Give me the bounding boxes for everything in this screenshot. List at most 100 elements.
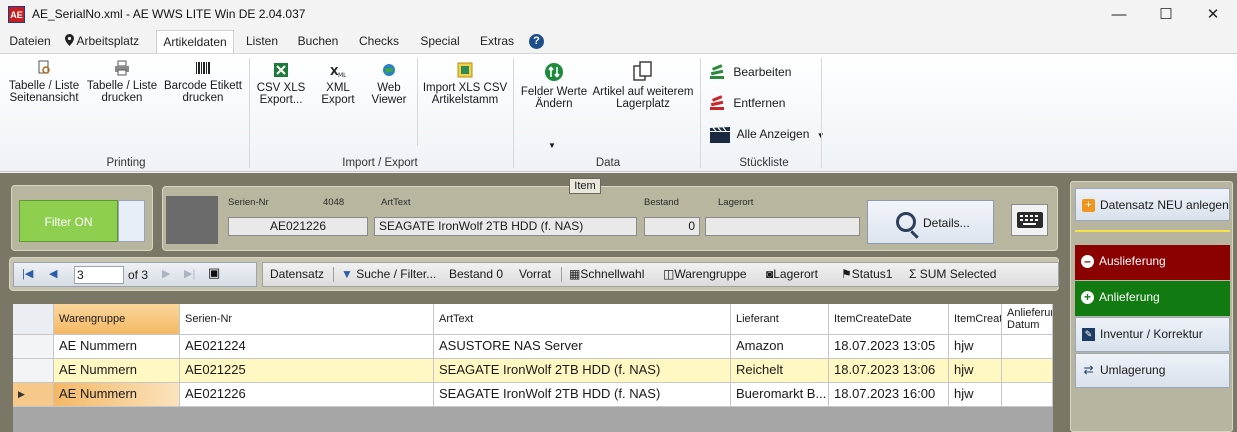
artikel-weiterer-lagerplatz-button[interactable]: Artikel auf weiterem Lagerplatz — [592, 60, 694, 110]
tb-bestand-0[interactable]: Bestand 0 — [449, 263, 503, 286]
filter-on-button[interactable]: Filter ON — [19, 200, 118, 242]
action-panel: + Datensatz NEU anlegen – Auslieferung +… — [1070, 181, 1233, 432]
arttext-field[interactable]: SEAGATE IronWolf 2TB HDD (f. NAS) — [374, 217, 637, 236]
tab-checks[interactable]: Checks — [356, 30, 402, 53]
serien-nr-label: Serien-Nr — [228, 197, 269, 208]
bestand-field[interactable]: 0 — [644, 217, 700, 236]
cell-anlieferung-datum[interactable] — [1002, 359, 1053, 383]
inventur-korrektur-button[interactable]: ✎ Inventur / Korrektur — [1075, 317, 1230, 352]
lagerort-field[interactable] — [705, 217, 860, 236]
tb-suche-filter[interactable]: ▼ Suche / Filter... — [341, 263, 436, 286]
stueckliste-entfernen-button[interactable]: Entfernen — [709, 94, 785, 113]
print-barcode-button[interactable]: Barcode Etikett drucken — [163, 60, 243, 104]
current-row-indicator-icon[interactable]: ▶ — [13, 383, 54, 407]
change-values-icon — [545, 63, 563, 81]
prev-record-icon[interactable]: ◀ — [49, 268, 57, 281]
cell-itemcreat[interactable]: hjw — [949, 383, 1002, 407]
cell-itemcreatedate[interactable]: 18.07.2023 16:00 — [829, 383, 949, 407]
cell-serien-nr[interactable]: AE021225 — [180, 359, 434, 383]
table-row[interactable]: AE Nummern AE021224 ASUSTORE NAS Server … — [13, 335, 1053, 359]
tab-dateien[interactable]: Dateien — [5, 30, 55, 53]
table-row[interactable]: AE Nummern AE021225 SEAGATE IronWolf 2TB… — [13, 359, 1053, 383]
tab-listen[interactable]: Listen — [242, 30, 282, 53]
cell-serien-nr[interactable]: AE021226 — [180, 383, 434, 407]
close-button[interactable]: ✕ — [1190, 0, 1236, 30]
details-button[interactable]: Details... — [867, 200, 994, 244]
help-icon[interactable]: ? — [529, 34, 544, 49]
data-dropdown-arrow[interactable]: ▼ — [545, 140, 559, 152]
tab-buchen[interactable]: Buchen — [296, 30, 340, 53]
tb-schnellwahl[interactable]: ▦Schnellwahl — [569, 263, 644, 286]
cell-anlieferung-datum[interactable] — [1002, 335, 1053, 359]
datensatz-neu-button[interactable]: + Datensatz NEU anlegen — [1075, 188, 1230, 221]
tab-artikeldaten[interactable]: Artikeldaten — [156, 30, 234, 54]
web-viewer-button[interactable]: Web Viewer — [368, 62, 410, 106]
cell-warengruppe[interactable]: AE Nummern — [54, 359, 180, 383]
row-selector[interactable] — [13, 359, 54, 383]
tb-vorrat[interactable]: Vorrat — [519, 263, 551, 286]
maximize-button[interactable]: ☐ — [1143, 0, 1189, 30]
toolbox-icon[interactable]: ▣ — [208, 266, 220, 279]
cell-lieferant[interactable]: Amazon — [731, 335, 829, 359]
cell-itemcreat[interactable]: hjw — [949, 359, 1002, 383]
col-header-serien-nr[interactable]: Serien-Nr — [180, 304, 434, 335]
item-group-label: Item — [569, 178, 601, 194]
csv-export-button[interactable]: CSV XLS Export... — [255, 62, 307, 106]
umlagerung-button[interactable]: ⇄ Umlagerung — [1075, 353, 1230, 388]
cell-arttext[interactable]: SEAGATE IronWolf 2TB HDD (f. NAS) — [434, 359, 731, 383]
grid-select-all-corner[interactable] — [13, 304, 54, 335]
col-header-warengruppe[interactable]: Warengruppe — [54, 304, 180, 335]
serien-nr-field[interactable]: AE021226 — [228, 217, 368, 236]
print-preview-button[interactable]: Tabelle / Liste Seitenansicht — [8, 60, 80, 104]
edit-icon: ✎ — [1082, 328, 1095, 341]
cell-itemcreatedate[interactable]: 18.07.2023 13:05 — [829, 335, 949, 359]
stueckliste-bearbeiten-button[interactable]: Bearbeiten — [709, 63, 791, 82]
auslieferung-button[interactable]: – Auslieferung — [1075, 245, 1230, 280]
row-selector[interactable] — [13, 335, 54, 359]
tb-warengruppe[interactable]: ◫Warengruppe — [663, 263, 747, 286]
filter-side-button[interactable] — [118, 200, 145, 242]
cell-arttext[interactable]: SEAGATE IronWolf 2TB HDD (f. NAS) — [434, 383, 731, 407]
felder-werte-aendern-button[interactable]: Felder Werte Ändern — [519, 62, 589, 110]
col-header-itemcreatedate[interactable]: ItemCreateDate — [829, 304, 949, 335]
datensatz-neu-label: Datensatz NEU anlegen — [1100, 198, 1229, 212]
tb-sum-selected[interactable]: Σ SUM Selected — [909, 263, 996, 286]
col-header-itemcreat[interactable]: ItemCreat — [949, 304, 1002, 335]
calculator-icon: ▦ — [569, 267, 581, 281]
cell-itemcreat[interactable]: hjw — [949, 335, 1002, 359]
cell-itemcreatedate[interactable]: 18.07.2023 13:06 — [829, 359, 949, 383]
keyboard-button[interactable] — [1011, 204, 1048, 236]
col-header-anlieferung-datum[interactable]: Anlieferun Datum — [1002, 304, 1053, 335]
stueckliste-alle-anzeigen-button[interactable]: Alle Anzeigen ▼ — [709, 125, 825, 145]
col-header-lieferant[interactable]: Lieferant — [731, 304, 829, 335]
tb-lagerort[interactable]: ◙Lagerort — [766, 263, 818, 286]
first-record-icon[interactable]: |◀ — [22, 268, 33, 281]
cell-lieferant[interactable]: Reichelt — [731, 359, 829, 383]
ribbon-separator — [249, 58, 250, 168]
details-label: Details... — [923, 216, 970, 230]
tb-status1[interactable]: ⚑Status1 — [841, 263, 892, 286]
import-artikelstamm-label: Import XLS CSV Artikelstamm — [422, 82, 508, 106]
cell-lieferant[interactable]: Bueromarkt B... — [731, 383, 829, 407]
clapperboard-icon — [710, 126, 730, 143]
xml-export-button[interactable]: X ML XML Export — [318, 62, 358, 106]
tab-arbeitsplatz[interactable]: Arbeitsplatz — [62, 30, 142, 53]
next-record-icon[interactable]: ▶ — [162, 268, 170, 281]
tab-special[interactable]: Special — [417, 30, 463, 53]
cell-warengruppe[interactable]: AE Nummern — [54, 383, 180, 407]
import-artikelstamm-button[interactable]: Import XLS CSV Artikelstamm — [422, 62, 508, 106]
print-table-button[interactable]: Tabelle / Liste drucken — [86, 60, 158, 104]
col-header-arttext[interactable]: ArtText — [434, 304, 731, 335]
cell-serien-nr[interactable]: AE021224 — [180, 335, 434, 359]
minimize-button[interactable]: — — [1096, 0, 1142, 30]
tb-datensatz[interactable]: Datensatz — [270, 263, 324, 286]
table-row-current[interactable]: ▶ AE Nummern AE021226 SEAGATE IronWolf 2… — [13, 383, 1053, 407]
last-record-icon[interactable]: ▶| — [184, 268, 195, 281]
record-position-input[interactable]: 3 — [74, 266, 124, 284]
cell-warengruppe[interactable]: AE Nummern — [54, 335, 180, 359]
cell-arttext[interactable]: ASUSTORE NAS Server — [434, 335, 731, 359]
tab-extras[interactable]: Extras — [476, 30, 518, 53]
cell-anlieferung-datum[interactable] — [1002, 383, 1053, 407]
anlieferung-button[interactable]: + Anlieferung — [1075, 281, 1230, 316]
ribbon: Tabelle / Liste Seitenansicht Tabelle / … — [0, 53, 1237, 172]
